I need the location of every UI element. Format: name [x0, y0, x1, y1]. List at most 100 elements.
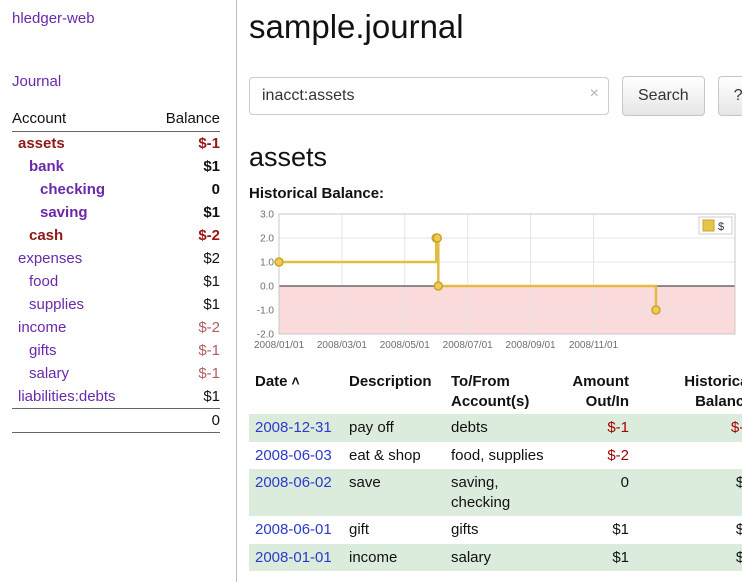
register-accounts-cell: gifts	[445, 516, 563, 544]
register-amount-cell: $1	[563, 516, 635, 544]
sidebar-account-link[interactable]: supplies	[29, 296, 84, 313]
register-balance-cell: $2	[635, 516, 742, 544]
register-balance-cell: $-1	[635, 414, 742, 442]
register-row: 2008-06-03eat & shopfood, supplies$-20	[249, 442, 742, 470]
register-column-header[interactable]: Date˄	[249, 369, 343, 414]
search-box: ×	[249, 77, 609, 115]
sidebar-account-link[interactable]: assets	[18, 135, 65, 152]
historical-balance-chart: $3.02.01.00.0-1.0-2.02008/01/012008/03/0…	[249, 208, 741, 361]
accounts-header-row: Account Balance	[12, 106, 220, 132]
account-row: food$1	[12, 270, 220, 293]
register-description-cell: income	[343, 544, 445, 572]
register-description-cell: eat & shop	[343, 442, 445, 470]
account-name-cell: saving	[12, 201, 149, 224]
account-row: liabilities:debts$1	[12, 385, 220, 409]
account-balance: $-2	[149, 316, 220, 339]
transaction-date-link[interactable]: 2008-06-01	[255, 521, 332, 538]
svg-text:0.0: 0.0	[260, 282, 274, 293]
sort-asc-icon[interactable]: ˄	[292, 373, 300, 389]
nav-journal-link[interactable]: Journal	[12, 73, 220, 90]
brand-link[interactable]: hledger-web	[12, 10, 220, 27]
svg-text:2008/07/01: 2008/07/01	[443, 340, 493, 351]
register-column-header: Historical Balance	[635, 369, 742, 414]
account-row: assets$-1	[12, 132, 220, 156]
register-row: 2008-06-02 savesaving, checking0$2	[249, 469, 742, 516]
register-date-cell: 2008-06-01	[249, 516, 343, 544]
svg-text:2.0: 2.0	[260, 234, 274, 245]
sidebar-account-link[interactable]: gifts	[29, 342, 57, 359]
svg-text:2008/03/01: 2008/03/01	[317, 340, 367, 351]
register-date-cell: 2008-12-31	[249, 414, 343, 442]
transaction-date-link[interactable]: 2008-06-03	[255, 447, 332, 464]
page-title: sample.journal	[249, 8, 742, 46]
account-balance: $1	[149, 201, 220, 224]
transaction-date-link[interactable]: 2008-01-01	[255, 549, 332, 566]
register-balance-cell: $1	[635, 544, 742, 572]
accounts-total-value: 0	[149, 409, 220, 433]
account-name-cell: supplies	[12, 293, 149, 316]
transaction-date-link[interactable]: 2008-06-02	[255, 474, 332, 491]
chart-label: Historical Balance:	[249, 185, 742, 202]
legend-swatch-icon	[703, 220, 714, 231]
accounts-total-spacer	[12, 409, 149, 433]
account-name-cell: cash	[12, 224, 149, 247]
search-input[interactable]	[249, 77, 609, 115]
sidebar-account-link[interactable]: cash	[29, 227, 63, 244]
account-name-cell: assets	[12, 132, 149, 156]
accounts-header-account: Account	[12, 106, 149, 132]
sidebar-account-link[interactable]: food	[29, 273, 58, 290]
svg-text:1.0: 1.0	[260, 258, 274, 269]
account-row: supplies $1	[12, 293, 220, 316]
accounts-header-balance: Balance	[149, 106, 220, 132]
sidebar-account-link[interactable]: saving	[40, 204, 88, 221]
account-name-cell: expenses	[12, 247, 149, 270]
account-row: gifts$-1	[12, 339, 220, 362]
register-description-cell: gift	[343, 516, 445, 544]
sidebar-account-link[interactable]: checking	[40, 181, 105, 198]
account-balance: $1	[149, 293, 220, 316]
account-balance: $2	[149, 247, 220, 270]
register-row: 2008-06-01 giftgifts$1$2	[249, 516, 742, 544]
register-amount-cell: 0	[563, 469, 635, 516]
search-bar: × Search ?	[249, 76, 742, 116]
account-name-cell: income	[12, 316, 149, 339]
main-content: sample.journal × Search ? assets Histori…	[237, 0, 742, 582]
register-balance-cell: $2	[635, 469, 742, 516]
help-button[interactable]: ?	[718, 76, 742, 116]
account-row: bank$1	[12, 155, 220, 178]
svg-text:2008/11/01: 2008/11/01	[569, 340, 619, 351]
register-accounts-cell: saving, checking	[445, 469, 563, 516]
sidebar-account-link[interactable]: salary	[29, 365, 69, 382]
register-accounts-cell: salary	[445, 544, 563, 572]
register-date-cell: 2008-01-01	[249, 544, 343, 572]
account-name-cell: liabilities:debts	[12, 385, 149, 409]
accounts-total-row: 0	[12, 409, 220, 433]
svg-text:3.0: 3.0	[260, 210, 274, 221]
register-header-row: Date˄DescriptionTo/From Account(s)Amount…	[249, 369, 742, 414]
account-name-cell: salary	[12, 362, 149, 385]
register-row: 2008-01-01incomesalary$1$1	[249, 544, 742, 572]
chart-svg: $3.02.01.00.0-1.0-2.02008/01/012008/03/0…	[249, 208, 741, 356]
account-name-cell: food	[12, 270, 149, 293]
register-column-header: Description	[343, 369, 445, 414]
svg-text:2008/09/01: 2008/09/01	[506, 340, 556, 351]
register-date-cell: 2008-06-02	[249, 469, 343, 516]
search-button[interactable]: Search	[622, 76, 705, 116]
transaction-date-link[interactable]: 2008-12-31	[255, 419, 332, 436]
sidebar-account-link[interactable]: income	[18, 319, 66, 336]
svg-text:-1.0: -1.0	[257, 306, 275, 317]
account-row: saving $1	[12, 201, 220, 224]
svg-text:$: $	[718, 221, 724, 233]
account-row: checking 0	[12, 178, 220, 201]
sidebar-account-link[interactable]: liabilities:debts	[18, 388, 116, 405]
register-description-cell: save	[343, 469, 445, 516]
register-row: 2008-12-31pay offdebts$-1$-1	[249, 414, 742, 442]
clear-icon[interactable]: ×	[590, 86, 599, 102]
sidebar-account-link[interactable]: expenses	[18, 250, 82, 267]
account-heading: assets	[249, 142, 742, 173]
account-balance: 0	[149, 178, 220, 201]
register-amount-cell: $-1	[563, 414, 635, 442]
account-name-cell: checking	[12, 178, 149, 201]
sidebar-account-link[interactable]: bank	[29, 158, 64, 175]
register-date-cell: 2008-06-03	[249, 442, 343, 470]
